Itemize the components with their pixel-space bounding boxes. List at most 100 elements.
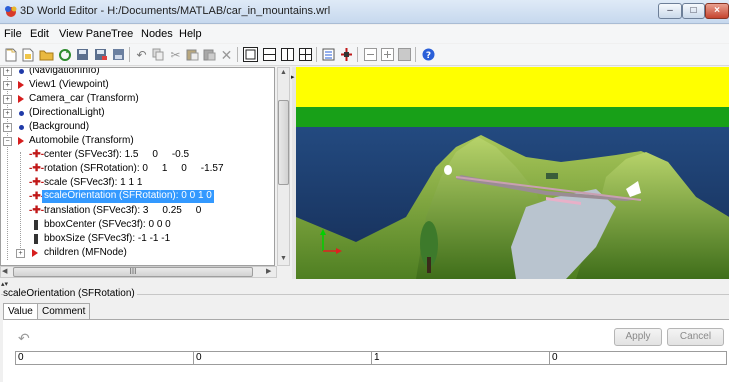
tab-comment[interactable]: Comment <box>37 303 91 319</box>
tree-node-label: children (MFNode) <box>44 247 127 258</box>
splitter-arrow-icon[interactable]: ▸ <box>291 73 295 81</box>
tree-field-rotation[interactable]: -✚- rotation (SFRotation): 0 1 0 -1.57 <box>1 162 271 176</box>
value-field-0[interactable]: 0 <box>15 351 194 365</box>
menu-help[interactable]: Help <box>179 28 202 40</box>
node-triangle-icon <box>32 249 38 257</box>
collapse-icon[interactable]: − <box>3 137 12 146</box>
tree-field-translation[interactable]: -✚- translation (SFVec3f): 3 0.25 0 <box>1 204 271 218</box>
delete-icon[interactable]: ✕ <box>219 47 234 62</box>
tree-node-camera-car[interactable]: + Camera_car (Transform) <box>1 92 271 106</box>
scroll-left-arrow-icon[interactable]: ◀ <box>2 267 7 275</box>
quad-split-icon[interactable] <box>298 47 313 62</box>
cut-icon[interactable]: ✂ <box>168 47 183 62</box>
tree-horizontal-scroll-thumb[interactable]: III <box>13 267 253 277</box>
maximize-button[interactable]: □ <box>682 3 705 19</box>
menu-tree[interactable]: Tree <box>111 28 133 40</box>
panel-collapse-icon[interactable]: ▴▾ <box>1 280 8 288</box>
help-icon[interactable]: ? <box>421 47 436 62</box>
tree-node-label: Camera_car (Transform) <box>29 93 139 104</box>
3d-viewport[interactable] <box>296 67 729 279</box>
toolbar-separator <box>415 47 416 62</box>
toolbar-separator <box>316 47 317 62</box>
cancel-button[interactable]: Cancel <box>667 328 724 346</box>
field-icon: -✚- <box>29 177 45 188</box>
paste-icon[interactable] <box>185 47 200 62</box>
tree-view-icon[interactable] <box>321 47 336 62</box>
apply-button[interactable]: Apply <box>614 328 662 346</box>
paste-special-icon[interactable] <box>202 47 217 62</box>
zoom-out-icon[interactable] <box>363 47 378 62</box>
save-as-icon[interactable] <box>93 47 108 62</box>
value-field-2[interactable]: 1 <box>371 351 550 365</box>
tree-field-scale[interactable]: -✚- scale (SFVec3f): 1 1 1 <box>1 176 271 190</box>
expand-icon[interactable]: + <box>3 68 12 76</box>
vertical-split-icon[interactable] <box>280 47 295 62</box>
expand-icon[interactable]: + <box>3 109 12 118</box>
svg-text:?: ? <box>426 51 431 61</box>
tree-node-directionallight[interactable]: + (DirectionalLight) <box>1 106 271 120</box>
value-field-3[interactable]: 0 <box>549 351 727 365</box>
minimize-button[interactable]: – <box>658 3 682 19</box>
save-icon[interactable] <box>75 47 90 62</box>
scroll-up-arrow-icon[interactable]: ▲ <box>280 69 287 76</box>
tree-field-bboxsize[interactable]: bboxSize (SFVec3f): -1 -1 -1 <box>1 232 271 246</box>
tree-node-label: (DirectionalLight) <box>29 107 105 118</box>
menu-edit[interactable]: Edit <box>30 28 49 40</box>
field-editor-icon[interactable] <box>339 47 354 62</box>
undo-icon[interactable]: ↶ <box>134 47 149 62</box>
static-field-icon <box>34 220 38 230</box>
undo-icon[interactable]: ↶ <box>18 330 30 347</box>
new-icon[interactable] <box>3 47 18 62</box>
toolbar-separator <box>129 47 130 62</box>
tree-node-children[interactable]: + children (MFNode) <box>1 246 271 260</box>
node-triangle-icon <box>18 81 24 89</box>
field-editor-title: scaleOrientation (SFRotation) <box>3 288 137 299</box>
value-field-1[interactable]: 0 <box>193 351 372 365</box>
tree-node-view1[interactable]: + View1 (Viewpoint) <box>1 78 271 92</box>
menu-file[interactable]: File <box>4 28 22 40</box>
tree-field-scaleorientation[interactable]: -✚- scaleOrientation (SFRotation): 0 0 1… <box>1 190 271 204</box>
scroll-right-arrow-icon[interactable]: ▶ <box>266 267 271 275</box>
tree-field-label: rotation (SFRotation): 0 1 0 -1.57 <box>44 163 224 174</box>
export-icon[interactable] <box>111 47 126 62</box>
toolbar-separator <box>237 47 238 62</box>
field-icon: -✚- <box>29 205 45 216</box>
new-from-template-icon[interactable] <box>21 47 36 62</box>
tree-field-label: center (SFVec3f): 1.5 0 -0.5 <box>44 149 190 160</box>
menu-nodes[interactable]: Nodes <box>141 28 173 40</box>
expand-icon[interactable]: + <box>16 249 25 258</box>
node-dot-icon <box>19 125 24 130</box>
expand-icon[interactable]: + <box>3 81 12 90</box>
tree-node-navigationinfo[interactable]: + (NavigationInfo) <box>1 67 271 78</box>
expand-icon[interactable]: + <box>3 95 12 104</box>
scene-tree[interactable]: + (NavigationInfo) + View1 (Viewpoint) +… <box>0 67 275 266</box>
scroll-down-arrow-icon[interactable]: ▼ <box>280 255 287 262</box>
single-pane-icon[interactable] <box>243 47 258 62</box>
tree-field-label: bboxCenter (SFVec3f): 0 0 0 <box>44 219 171 230</box>
open-icon[interactable] <box>39 47 54 62</box>
close-button[interactable]: × <box>705 3 729 19</box>
tree-node-label: (NavigationInfo) <box>29 67 100 76</box>
zoom-normal-icon[interactable] <box>397 47 412 62</box>
tree-node-automobile[interactable]: − Automobile (Transform) <box>1 134 271 148</box>
tree-field-label-selected: scaleOrientation (SFRotation): 0 0 1 0 <box>42 190 214 203</box>
field-icon: -✚- <box>29 191 45 202</box>
field-icon: -✚- <box>29 163 45 174</box>
expand-icon[interactable]: + <box>3 123 12 132</box>
tree-field-label: translation (SFVec3f): 3 0.25 0 <box>44 205 202 216</box>
tree-field-bboxcenter[interactable]: bboxCenter (SFVec3f): 0 0 0 <box>1 218 271 232</box>
node-dot-icon <box>19 111 24 116</box>
zoom-in-icon[interactable] <box>380 47 395 62</box>
tree-node-label: (Background) <box>29 121 90 132</box>
tree-node-background[interactable]: + (Background) <box>1 120 271 134</box>
tab-value[interactable]: Value <box>3 303 38 319</box>
field-icon: -✚- <box>29 149 45 160</box>
tree-field-center[interactable]: -✚- center (SFVec3f): 1.5 0 -0.5 <box>1 148 271 162</box>
menu-view-pane[interactable]: View Pane <box>59 28 111 40</box>
node-triangle-icon <box>18 95 24 103</box>
reload-icon[interactable] <box>57 47 72 62</box>
horizontal-split-icon[interactable] <box>262 47 277 62</box>
copy-icon[interactable] <box>151 47 166 62</box>
tree-field-label: bboxSize (SFVec3f): -1 -1 -1 <box>44 233 171 244</box>
tree-vertical-scroll-thumb[interactable] <box>278 100 289 185</box>
